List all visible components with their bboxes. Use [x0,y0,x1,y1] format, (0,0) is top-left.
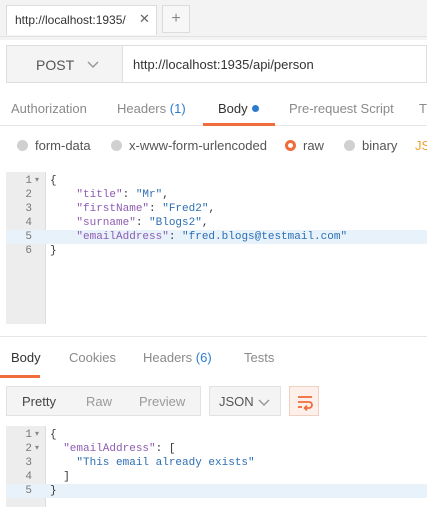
line-number: 3 [25,457,32,469]
headers-count: (1) [169,101,186,116]
tab-strip-divider [0,36,427,37]
request-tab-title: http://localhost:1935/ [15,13,126,27]
request-body-editor[interactable]: 1 ▾{2 "title": "Mr", 3 "firstName": "Fred2… [6,172,427,324]
response-headers-count: (6) [195,350,212,365]
radio-raw-label: raw [303,138,324,153]
code-line: 6} [6,244,427,258]
code-text: } [50,485,57,497]
body-type-options: form-data x-www-form-urlencoded raw bina… [0,136,427,158]
line-number: 5 [25,485,32,497]
request-tab[interactable]: http://localhost:1935/ ✕ [6,5,157,35]
tab-headers-label: Headers [117,101,167,116]
code-text: "surname": "Blogs2", [76,217,209,229]
code-text: "This email already exists" [76,457,255,469]
code-text: } [50,245,57,257]
line-number: 1 [25,175,32,187]
code-text: "emailAddress": [ [63,443,176,455]
url-input[interactable]: http://localhost:1935/api/person [133,57,314,72]
tab-body[interactable]: Body [218,101,259,116]
line-number: 1 [25,429,32,441]
response-tab-tests[interactable]: Tests [244,350,274,365]
active-tab-indicator [203,123,275,126]
code-line: 2 "title": "Mr", [6,188,427,202]
code-text: "emailAddress": "fred.blogs@testmail.com… [76,231,348,243]
language-select[interactable]: JS [415,138,427,153]
response-body-viewer[interactable]: 1 ▾{2 ▾ "emailAddress": [3 "This email alr… [6,426,427,507]
tab-body-label: Body [218,101,248,116]
close-icon[interactable]: ✕ [139,11,150,27]
wrap-lines-button[interactable] [289,386,319,416]
radio-icon [344,140,355,151]
code-text: "title": "Mr", [76,189,169,201]
response-tab-body[interactable]: Body [11,350,41,365]
radio-binary[interactable]: binary [344,138,397,153]
code-line: 5 "emailAddress": "fred.blogs@testmail.c… [6,230,427,244]
line-number: 3 [25,203,32,215]
code-line: 5} [6,484,427,498]
code-line: 1 ▾ { [6,428,427,442]
line-number: 2 [25,443,32,455]
tab-tests[interactable]: T [419,101,427,116]
code-text: ] [50,471,70,483]
code-text: { [50,429,57,441]
request-tabs: Authorization Headers (1) Body Pre-reque… [0,94,427,126]
code-text: "firstName": "Fred2", [76,203,216,215]
tab-authorization[interactable]: Authorization [11,101,87,116]
radio-urlencoded[interactable]: x-www-form-urlencoded [111,138,267,153]
response-tab-headers-label: Headers [143,350,193,365]
code-line: 4 "surname": "Blogs2", [6,216,427,230]
code-line: 3 "firstName": "Fred2", [6,202,427,216]
response-tab-headers[interactable]: Headers (6) [143,350,212,365]
tab-pre-request-script[interactable]: Pre-request Script [289,101,394,116]
line-number: 4 [25,471,32,483]
radio-form-data-label: form-data [35,138,91,153]
code-text: { [50,175,57,187]
method-label: POST [36,57,75,73]
format-label: JSON [219,394,254,409]
chevron-down-icon [258,399,270,407]
fold-arrow-icon[interactable]: ▾ [35,442,39,456]
radio-raw[interactable]: raw [285,138,324,153]
preview-button[interactable]: Preview [139,394,185,409]
tab-headers[interactable]: Headers (1) [117,101,186,116]
response-tabs: Body Cookies Headers (6) Tests [0,343,427,373]
request-bar: POST http://localhost:1935/api/person [6,45,427,83]
radio-urlencoded-label: x-www-form-urlencoded [129,138,267,153]
radio-form-data[interactable]: form-data [17,138,91,153]
format-select[interactable]: JSON [209,386,281,416]
response-divider [0,336,427,337]
line-number: 4 [25,217,32,229]
code-line: 1 ▾ { [6,174,427,188]
radio-icon [111,140,122,151]
raw-button[interactable]: Raw [86,394,112,409]
code-line: 4 ] [6,470,427,484]
code-line: 2 ▾ "emailAddress": [ [6,442,427,456]
line-number: 5 [25,231,32,243]
response-active-tab-indicator [0,375,40,378]
response-tab-cookies[interactable]: Cookies [69,350,116,365]
tab-strip: http://localhost:1935/ ✕ + [0,0,427,40]
radio-selected-icon [285,140,296,151]
new-tab-button[interactable]: + [162,5,190,33]
modified-dot-icon [251,105,259,112]
method-select[interactable]: POST [7,46,123,82]
line-number: 2 [25,189,32,201]
radio-binary-label: binary [362,138,398,153]
fold-arrow-icon[interactable]: ▾ [35,428,39,442]
pretty-button[interactable]: Pretty [22,394,56,409]
wrap-lines-icon [298,396,313,411]
fold-arrow-icon[interactable]: ▾ [35,174,39,188]
chevron-down-icon [87,61,99,69]
radio-icon [17,140,28,151]
code-line: 3 "This email already exists" [6,456,427,470]
line-number: 6 [25,245,32,257]
view-mode-group: Pretty Raw Preview [6,386,201,416]
